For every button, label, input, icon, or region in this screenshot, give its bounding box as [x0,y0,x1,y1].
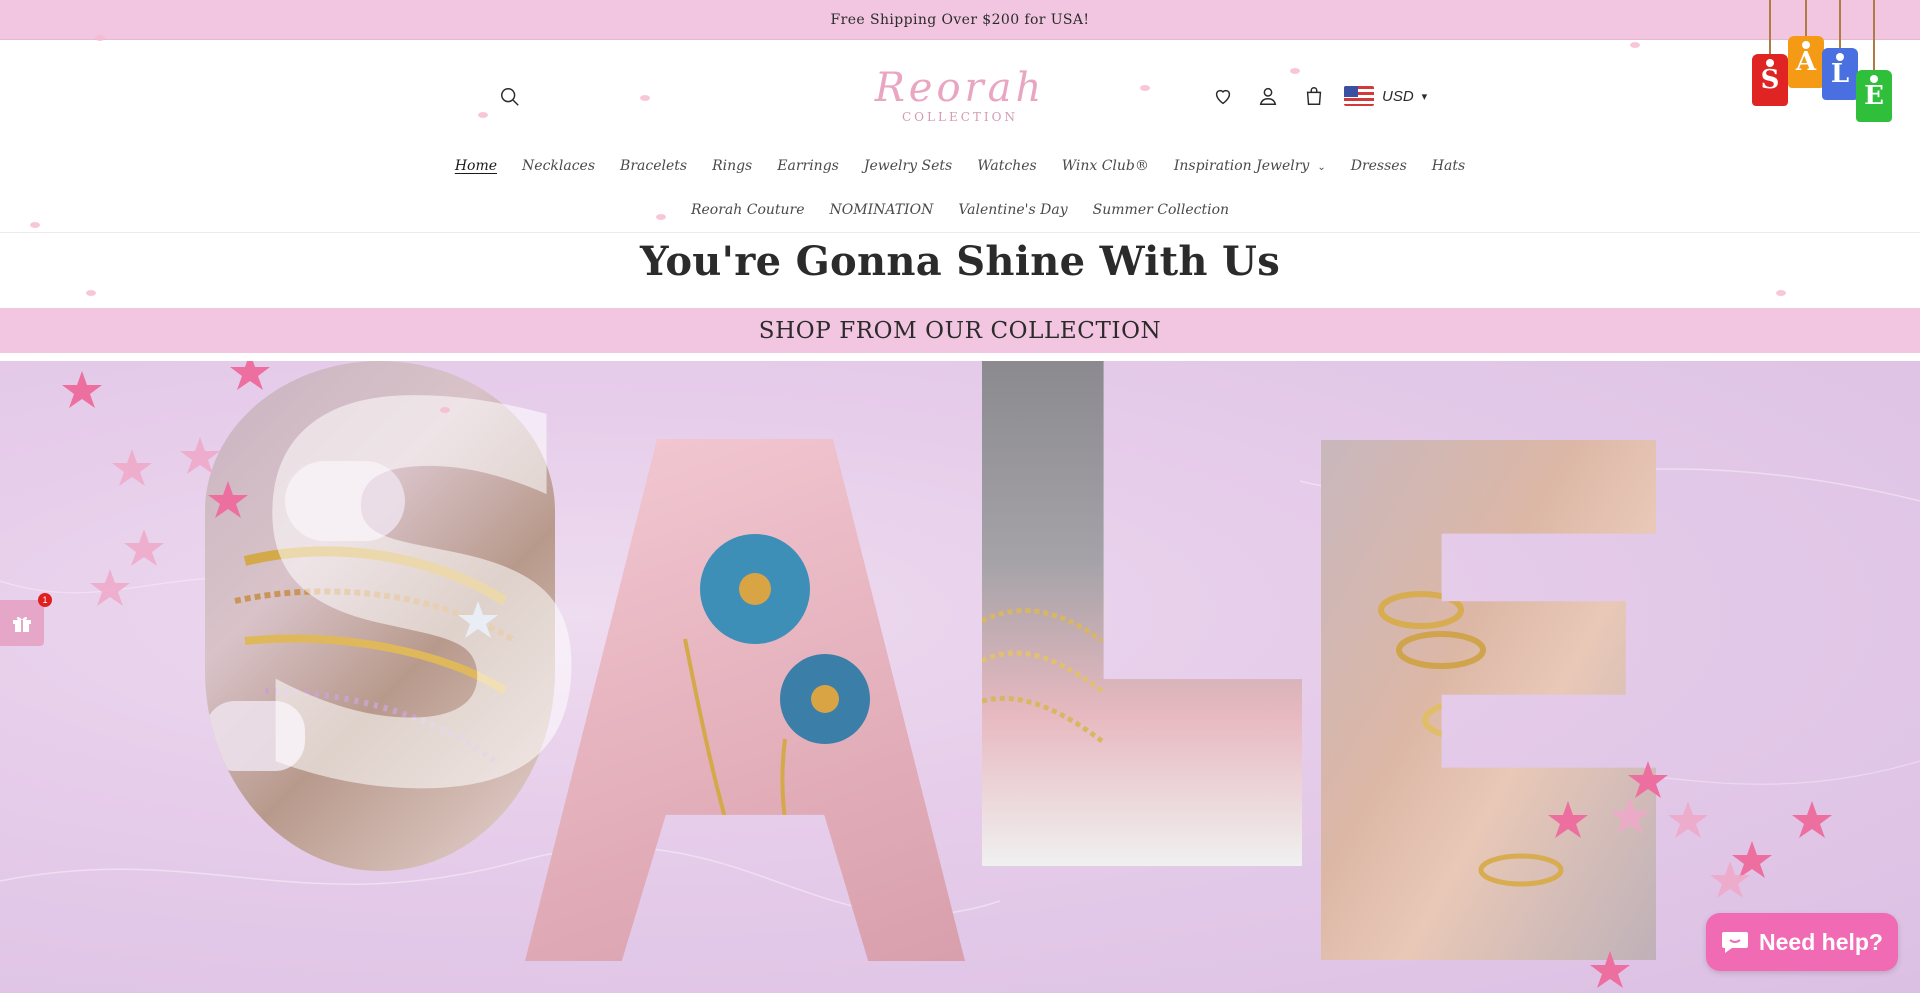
chevron-down-icon: ▾ [1421,89,1428,103]
petal-decoration [656,214,666,220]
gift-icon [13,616,31,632]
petal-decoration [1140,85,1150,91]
petal-decoration [1290,68,1300,74]
nav-item-necklaces[interactable]: Necklaces [510,156,608,178]
nav-item-home[interactable]: Home [442,156,509,178]
notification-badge: 1 [38,593,52,607]
sale-tag-a: A [1788,0,1824,88]
sale-hanging-tags[interactable]: S A L E [1752,0,1902,140]
nav-item-dresses[interactable]: Dresses [1338,156,1419,178]
nav-item-bracelets[interactable]: Bracelets [608,156,700,178]
chat-bubble-icon [1722,932,1749,953]
decorative-stars [62,361,1832,988]
shop-collection-label: SHOP FROM OUR COLLECTION [758,317,1162,344]
chevron-down-icon: ⌄ [1317,162,1326,173]
cart-icon[interactable] [1297,79,1331,113]
sale-tag-s-letter: S [1760,65,1780,95]
sale-tag-l: L [1822,0,1858,100]
petal-decoration [86,290,96,296]
sale-tag-e: E [1856,0,1892,122]
need-help-chat-button[interactable]: Need help? [1706,913,1898,971]
petal-decoration [478,112,488,118]
petal-decoration [1776,290,1786,296]
currency-selector[interactable]: USD ▾ [1344,84,1427,108]
announcement-bar: Free Shipping Over $200 for USA! [0,0,1920,40]
search-icon[interactable] [493,80,527,114]
nav-item-earrings[interactable]: Earrings [765,156,852,178]
nav-item-reorah-couture[interactable]: Reorah Couture [678,200,817,220]
nav-item-watches[interactable]: Watches [965,156,1049,178]
petal-decoration [640,95,650,101]
us-flag-icon [1344,86,1374,106]
nav-item-summer-collection[interactable]: Summer Collection [1080,200,1241,220]
nav-item-valentines-day[interactable]: Valentine's Day [946,200,1080,220]
main-nav-row-1: Home Necklaces Bracelets Rings Earrings … [0,156,1920,178]
nav-item-inspiration-jewelry[interactable]: Inspiration Jewelry ⌄ [1161,156,1338,178]
nav-item-winx-club[interactable]: Winx Club® [1049,156,1161,178]
nav-item-rings[interactable]: Rings [700,156,765,178]
petal-decoration [1630,42,1640,48]
nav-item-jewelry-sets[interactable]: Jewelry Sets [851,156,964,178]
heart-icon[interactable] [1206,79,1240,113]
site-header: Reorah COLLECTION USD ▾ Home Necklaces B… [0,40,1920,233]
petal-decoration [95,35,105,41]
petal-decoration [440,407,450,413]
announcement-text: Free Shipping Over $200 for USA! [830,11,1090,28]
main-nav-row-2: Reorah Couture NOMINATION Valentine's Da… [0,200,1920,220]
account-icon[interactable] [1251,79,1285,113]
sale-tag-a-letter: A [1795,47,1817,77]
nav-item-nomination[interactable]: NOMINATION [817,200,946,220]
site-logo[interactable]: Reorah COLLECTION [860,66,1060,136]
nav-item-hats[interactable]: Hats [1419,156,1477,178]
sale-tag-l-letter: L [1830,59,1850,89]
chat-button-label: Need help? [1759,928,1883,955]
sale-tag-s: S [1752,0,1788,106]
hero-title: You're Gonna Shine With Us [639,238,1281,285]
logo-script-text: Reorah [874,65,1046,111]
nav-item-inspiration-label: Inspiration Jewelry [1173,158,1310,174]
sale-tag-e-letter: E [1864,81,1884,111]
sale-banner[interactable]: S [0,361,1920,993]
logo-subtext: COLLECTION [902,110,1018,124]
petal-decoration [30,222,40,228]
shop-collection-bar[interactable]: SHOP FROM OUR COLLECTION [0,308,1920,353]
rewards-gift-button[interactable] [0,600,44,646]
currency-code: USD [1382,87,1414,105]
